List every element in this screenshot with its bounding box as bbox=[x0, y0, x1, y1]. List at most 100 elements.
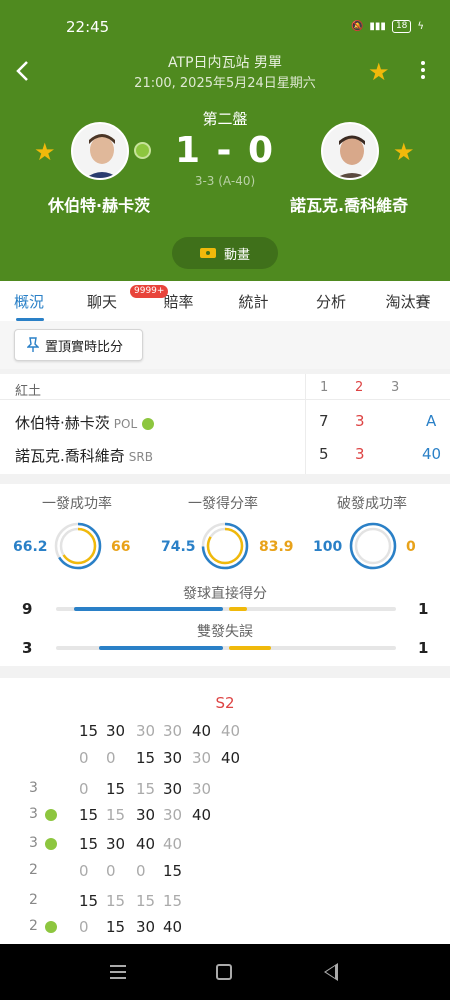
pbp-point: 15 bbox=[79, 806, 99, 824]
tab-stats-label: 統計 bbox=[238, 293, 269, 311]
bar-right-value: 1 bbox=[418, 639, 429, 657]
pbp-point: 0 bbox=[106, 749, 116, 767]
tab-knockout-label: 淘汰賽 bbox=[385, 293, 431, 311]
point-by-point: S2 15 30 30 30 40 40 0 0 15 30 30 40 3 0 15 15 30 30 3 15 15… bbox=[0, 678, 450, 944]
pbp-point: 15 bbox=[106, 780, 126, 798]
serving-ball-icon bbox=[142, 417, 155, 430]
pbp-row: 3 15 15 30 30 40 bbox=[0, 804, 450, 828]
player-cell: 諾瓦克.喬科維奇 SRB bbox=[15, 445, 153, 466]
pbp-point: 15 bbox=[163, 892, 183, 910]
current-set-label: 第二盤 bbox=[202, 110, 248, 128]
pbp-point: 15 bbox=[106, 918, 126, 936]
animation-label: 動畫 bbox=[223, 247, 250, 263]
pin-label: 置頂實時比分 bbox=[45, 339, 124, 355]
animation-button[interactable]: 動畫 bbox=[172, 237, 278, 269]
stat-right-value: 66 bbox=[111, 539, 131, 555]
pbp-game-count: 3 bbox=[29, 835, 38, 851]
country-code: SRB bbox=[128, 450, 153, 464]
pbp-point: 40 bbox=[221, 749, 241, 767]
pbp-point: 15 bbox=[136, 749, 156, 767]
home-icon[interactable] bbox=[216, 964, 232, 980]
status-icons: 🔕 ▮▮▮ 18 ϟ bbox=[351, 20, 424, 33]
col-set3: 3 bbox=[391, 380, 400, 395]
pbp-point: 15 bbox=[163, 862, 183, 880]
ring-chart bbox=[201, 522, 249, 570]
bar-right-value: 1 bbox=[418, 600, 429, 618]
tab-stats[interactable]: 統計 bbox=[211, 281, 296, 321]
col-set2: 2 bbox=[355, 380, 364, 395]
col-set1: 1 bbox=[320, 380, 329, 395]
pin-live-score-button[interactable]: 置頂實時比分 bbox=[14, 329, 143, 361]
pbp-point: 30 bbox=[106, 835, 126, 853]
bar-left-value: 3 bbox=[22, 639, 33, 657]
pbp-point: 30 bbox=[163, 806, 183, 824]
pbp-point: 30 bbox=[136, 806, 156, 824]
pbp-point: 40 bbox=[192, 806, 212, 824]
surface-label: 紅土 bbox=[15, 384, 42, 399]
pbp-point: 40 bbox=[136, 835, 156, 853]
pin-row: 置頂實時比分 bbox=[0, 321, 450, 369]
stat-left-value: 66.2 bbox=[13, 539, 48, 555]
pbp-point: 40 bbox=[163, 918, 183, 936]
pbp-point: 15 bbox=[79, 835, 99, 853]
recent-apps-icon[interactable] bbox=[110, 965, 126, 979]
set-heading: S2 bbox=[215, 694, 235, 712]
country-code: POL bbox=[113, 417, 138, 431]
stat-title: 一發得分率 bbox=[188, 496, 258, 512]
pbp-point: 30 bbox=[106, 722, 126, 740]
signal-icon: ▮▮▮ bbox=[369, 21, 386, 32]
pbp-row: 2 0 0 0 15 bbox=[0, 860, 450, 884]
table-row[interactable]: 休伯特·赫卡茨 POL 7 3 A bbox=[0, 406, 450, 438]
pbp-point: 40 bbox=[192, 722, 212, 740]
ring-track bbox=[354, 527, 392, 565]
bar-left-value: 9 bbox=[22, 600, 33, 618]
table-row[interactable]: 諾瓦克.喬科維奇 SRB 5 3 40 bbox=[0, 439, 450, 471]
pbp-point: 0 bbox=[106, 862, 116, 880]
ring-left-arc bbox=[349, 522, 397, 570]
pbp-game-count: 3 bbox=[29, 806, 38, 822]
stat-left-value: 74.5 bbox=[161, 539, 196, 555]
pbp-point: 15 bbox=[79, 722, 99, 740]
set2-score: 3 bbox=[355, 412, 365, 430]
ring-chart bbox=[349, 522, 397, 570]
charging-icon: ϟ bbox=[417, 21, 424, 32]
pbp-point: 15 bbox=[79, 892, 99, 910]
set1-score: 5 bbox=[319, 445, 329, 463]
set1-score: 7 bbox=[319, 412, 329, 430]
back-icon[interactable] bbox=[324, 963, 338, 981]
tab-analysis[interactable]: 分析 bbox=[296, 281, 366, 321]
tab-bar: 概況 聊天 賠率 統計 分析 淘汰賽 bbox=[0, 281, 450, 321]
set-score: 1 - 0 bbox=[174, 130, 276, 171]
stat-left-value: 100 bbox=[313, 539, 343, 555]
favorite-star-icon[interactable]: ★ bbox=[368, 60, 390, 84]
pbp-point: 30 bbox=[192, 780, 212, 798]
pbp-point: 0 bbox=[79, 749, 89, 767]
pbp-point: 15 bbox=[106, 806, 126, 824]
bar-fill-right bbox=[229, 607, 247, 611]
player1-name[interactable]: 休伯特·赫卡茨 bbox=[48, 192, 150, 216]
battery-icon: 18 bbox=[391, 20, 412, 33]
stat-title: 一發成功率 bbox=[42, 496, 112, 512]
tab-overview[interactable]: 概況 bbox=[0, 281, 58, 321]
tab-analysis-label: 分析 bbox=[315, 293, 346, 311]
pbp-point: 30 bbox=[136, 918, 156, 936]
pbp-point: 0 bbox=[136, 862, 146, 880]
status-time: 22:45 bbox=[66, 18, 110, 36]
ring-chart bbox=[54, 522, 102, 570]
more-menu-icon[interactable] bbox=[412, 58, 434, 86]
pbp-row: 3 0 15 15 30 30 bbox=[0, 778, 450, 802]
tab-overview-label: 概況 bbox=[13, 293, 44, 311]
pbp-row: 15 30 30 30 40 40 bbox=[0, 720, 450, 744]
pbp-game-count: 3 bbox=[29, 780, 38, 796]
pbp-point: 15 bbox=[106, 892, 126, 910]
pbp-point: 0 bbox=[79, 862, 89, 880]
player1-name: 休伯特·赫卡茨 bbox=[15, 414, 110, 432]
pbp-point: 40 bbox=[221, 722, 241, 740]
bar-title: 雙發失誤 bbox=[197, 624, 253, 640]
game-points: 40 bbox=[422, 445, 442, 463]
game-score: 3-3 (A-40) bbox=[194, 174, 256, 188]
tab-knockout[interactable]: 淘汰賽 bbox=[366, 281, 450, 321]
bar-fill-left bbox=[73, 607, 223, 611]
pbp-point: 30 bbox=[163, 780, 183, 798]
player2-name[interactable]: 諾瓦克.喬科維奇 bbox=[290, 192, 408, 216]
